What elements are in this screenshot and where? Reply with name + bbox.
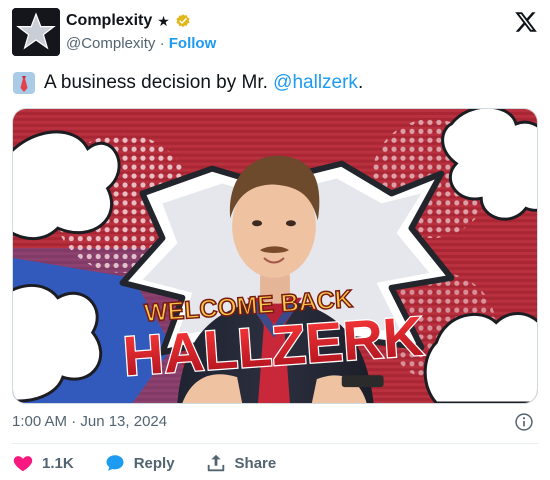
complexity-star-logo [12, 8, 60, 56]
star-glyph: ★ [157, 12, 170, 29]
like-count: 1.1K [42, 454, 74, 472]
tweet-text-body: A business decision by Mr. [44, 72, 274, 93]
reply-bubble-icon [106, 455, 124, 471]
tweet-text-end: . [357, 72, 364, 93]
tie-emoji-icon [13, 72, 35, 94]
info-icon[interactable] [514, 412, 534, 432]
name-row: Complexity ★ [66, 12, 191, 30]
divider [12, 443, 538, 444]
x-logo-icon[interactable] [514, 10, 538, 34]
handle[interactable]: @Complexity [66, 35, 155, 52]
handle-row: @Complexity · Follow [66, 35, 216, 52]
heart-icon [13, 456, 33, 472]
verified-badge-icon [176, 14, 190, 28]
share-button[interactable]: Share [205, 452, 277, 474]
tweet-header: Complexity ★ @Complexity · Follow [12, 8, 538, 60]
reply-button[interactable]: Reply [104, 452, 175, 474]
share-upload-icon [207, 454, 224, 472]
action-bar: 1.1K Reply Share [12, 452, 276, 474]
tweet-text: A business decision by Mr. @hallzerk . [12, 70, 363, 96]
like-button[interactable]: 1.1K [12, 452, 74, 474]
handle-separator: · [159, 35, 165, 52]
display-name[interactable]: Complexity [66, 12, 152, 30]
welcome-back-graphic: WELCOME BACK HALLZERK [13, 109, 537, 403]
tweet-media-image[interactable]: WELCOME BACK HALLZERK [12, 108, 538, 404]
avatar[interactable] [12, 8, 60, 56]
reply-label: Reply [133, 454, 175, 472]
mention-link[interactable]: @hallzerk [273, 70, 358, 96]
follow-button[interactable]: Follow [169, 35, 217, 52]
share-label: Share [234, 454, 277, 472]
timestamp[interactable]: 1:00 AM · Jun 13, 2024 [12, 413, 167, 430]
